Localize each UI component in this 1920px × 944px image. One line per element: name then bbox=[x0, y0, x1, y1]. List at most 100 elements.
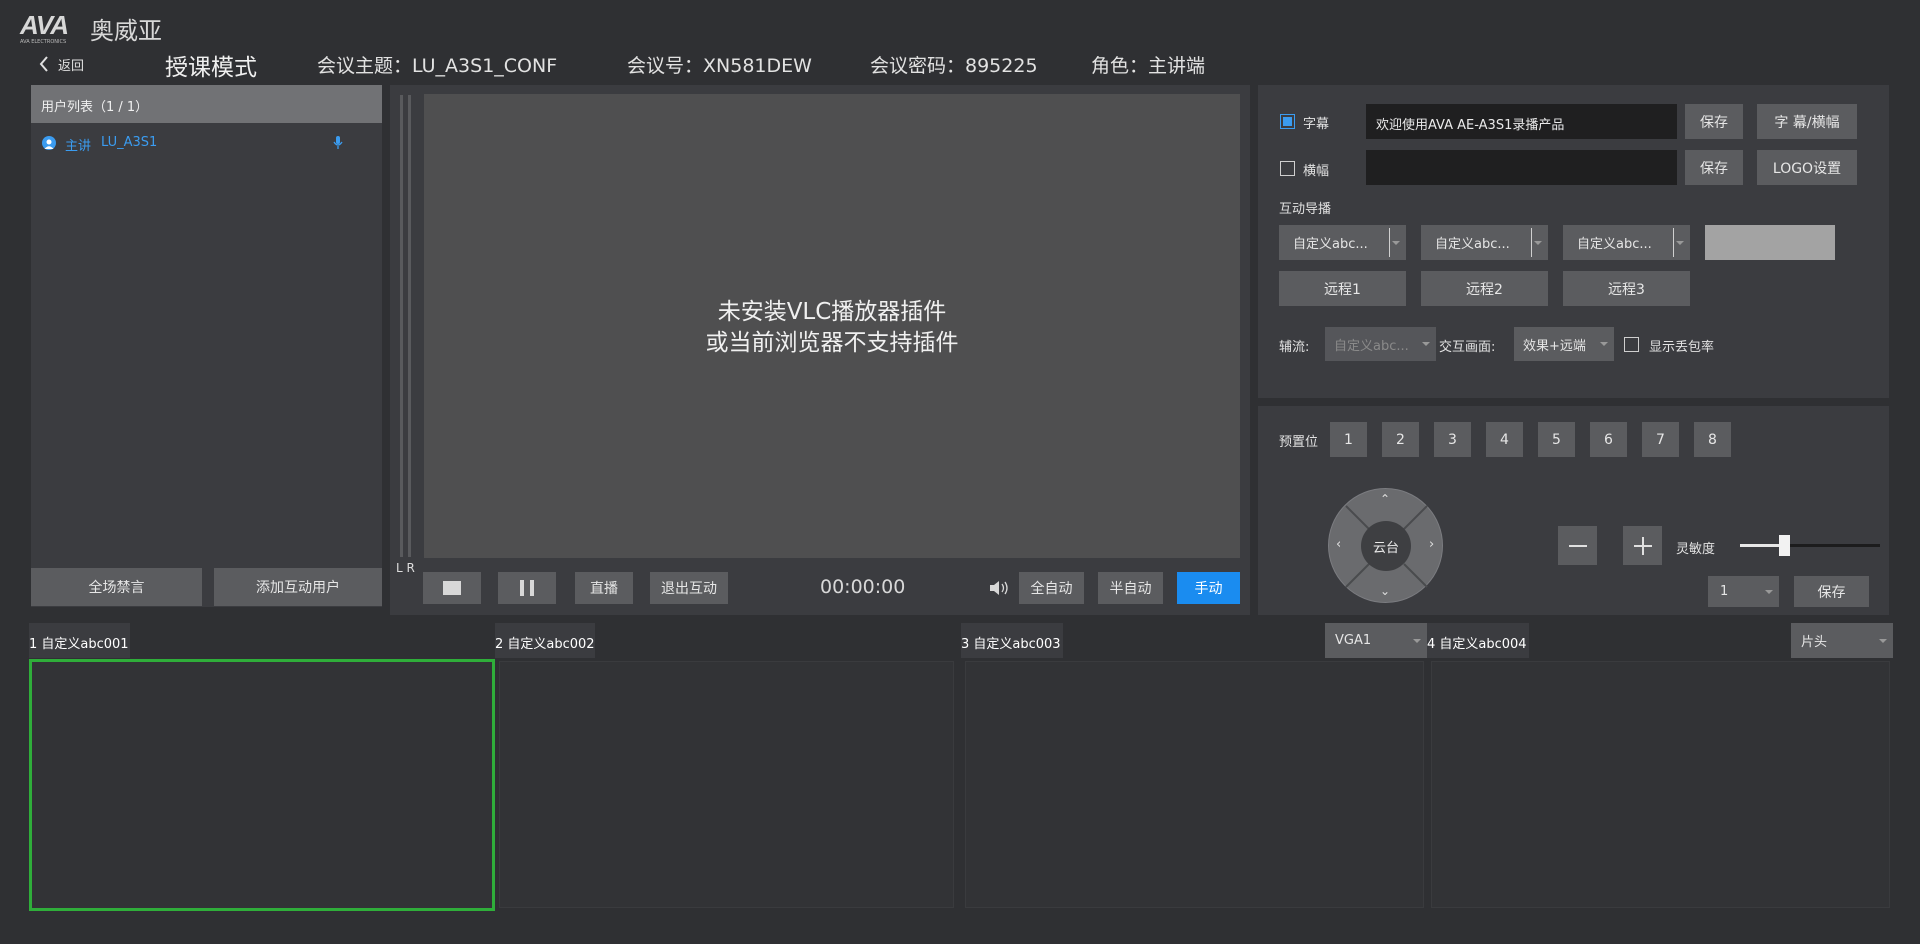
aux-stream-select[interactable]: 自定义abc... bbox=[1325, 327, 1436, 361]
audio-meter-l bbox=[400, 95, 403, 557]
role-label: 角色：主讲端 bbox=[1091, 55, 1206, 77]
video-cell-3[interactable]: 3 自定义abc003 VGA1 bbox=[961, 623, 1427, 911]
cell-source-select-3[interactable]: VGA1 bbox=[1325, 623, 1427, 658]
conf-password: 会议密码：895225 bbox=[870, 55, 1038, 77]
user-name: LU_A3S1 bbox=[101, 135, 158, 150]
logo-cn: 奥威亚 bbox=[90, 17, 162, 45]
full-auto-button[interactable]: 全自动 bbox=[1019, 572, 1084, 604]
aux-stream-value: 自定义abc... bbox=[1334, 338, 1409, 354]
vlc-message-line2: 或当前浏览器不支持插件 bbox=[705, 330, 959, 356]
vlc-message-line1: 未安装VLC播放器插件 bbox=[717, 299, 947, 325]
add-interactive-user-button[interactable]: 添加互动用户 bbox=[214, 568, 382, 606]
packet-loss-checkbox[interactable] bbox=[1624, 337, 1639, 352]
semi-auto-button[interactable]: 半自动 bbox=[1098, 572, 1163, 604]
user-list-header: 用户列表（1 / 1） bbox=[31, 85, 382, 123]
logo-mark: AVA bbox=[20, 10, 69, 40]
preset-button-8[interactable]: 8 bbox=[1694, 422, 1731, 457]
remote3-button[interactable]: 远程3 bbox=[1563, 271, 1690, 306]
ptz-center[interactable]: 云台 bbox=[1361, 521, 1411, 571]
manual-button[interactable]: 手动 bbox=[1177, 572, 1240, 604]
live-button[interactable]: 直播 bbox=[575, 572, 633, 604]
audio-meter-label: L R bbox=[396, 561, 415, 575]
chevron-down-icon bbox=[1534, 240, 1542, 245]
chevron-down-icon bbox=[1879, 638, 1887, 643]
ptz-up-icon[interactable]: ⌃ bbox=[1380, 492, 1390, 506]
microphone-icon[interactable] bbox=[333, 135, 343, 155]
preset-button-3[interactable]: 3 bbox=[1434, 422, 1471, 457]
custom-select-2-value: 自定义abc... bbox=[1435, 237, 1510, 252]
sensitivity-slider[interactable] bbox=[1740, 533, 1880, 557]
video-cell-1[interactable]: 1 自定义abc001 bbox=[29, 623, 495, 911]
video-cell-2[interactable]: 2 自定义abc002 bbox=[495, 623, 957, 911]
slider-handle[interactable] bbox=[1779, 535, 1790, 556]
chevron-left-icon bbox=[39, 56, 48, 72]
interactive-guide-label: 互动导播 bbox=[1279, 202, 1332, 217]
pause-icon bbox=[520, 580, 534, 596]
pause-button[interactable] bbox=[498, 572, 556, 604]
divider bbox=[1673, 228, 1674, 257]
user-role: 主讲 bbox=[65, 139, 92, 154]
user-avatar-icon bbox=[42, 136, 56, 150]
ptz-right-icon[interactable]: › bbox=[1429, 537, 1434, 552]
video-panel: L R 未安装VLC播放器插件 或当前浏览器不支持插件 直播 退出互动 00:0… bbox=[390, 85, 1250, 615]
cell-label-3: 3 自定义abc003 bbox=[961, 637, 1061, 652]
divider bbox=[1389, 228, 1390, 257]
subtitle-banner-button[interactable]: 字 幕/横幅 bbox=[1757, 104, 1857, 139]
cell-source-value-4: 片头 bbox=[1801, 635, 1828, 650]
custom-select-2[interactable]: 自定义abc... bbox=[1421, 225, 1548, 260]
ptz-left-icon[interactable]: ‹ bbox=[1336, 537, 1341, 552]
custom-select-3[interactable]: 自定义abc... bbox=[1563, 225, 1690, 260]
remote2-button[interactable]: 远程2 bbox=[1421, 271, 1548, 306]
cell-label-1: 1 自定义abc001 bbox=[29, 637, 129, 652]
preset-button-5[interactable]: 5 bbox=[1538, 422, 1575, 457]
packet-loss-label: 显示丢包率 bbox=[1649, 340, 1715, 355]
settings-panel: 字幕 欢迎使用AVA AE-A3S1录播产品 保存 字 幕/横幅 横幅 保存 L… bbox=[1258, 85, 1889, 398]
speed-select[interactable]: 1 bbox=[1708, 576, 1779, 607]
slider-fill bbox=[1740, 544, 1785, 547]
sensitivity-label: 灵敏度 bbox=[1676, 542, 1716, 557]
preset-button-2[interactable]: 2 bbox=[1382, 422, 1419, 457]
cell-source-select-4[interactable]: 片头 bbox=[1791, 623, 1893, 658]
mute-all-button[interactable]: 全场禁言 bbox=[31, 568, 202, 606]
remote1-button[interactable]: 远程1 bbox=[1279, 271, 1406, 306]
banner-checkbox[interactable] bbox=[1280, 161, 1295, 176]
ptz-center-label: 云台 bbox=[1372, 540, 1399, 556]
ptz-panel: 预置位 1 2 3 4 5 6 7 8 ⌃ ⌄ ‹ › 云台 灵敏度 1 保存 bbox=[1258, 406, 1889, 615]
subtitle-checkbox[interactable] bbox=[1280, 114, 1295, 129]
volume-icon[interactable] bbox=[988, 579, 1012, 601]
user-row[interactable]: 主讲 LU_A3S1 bbox=[31, 131, 382, 157]
back-button[interactable]: 返回 bbox=[38, 52, 98, 76]
video-display: 未安装VLC播放器插件 或当前浏览器不支持插件 bbox=[424, 94, 1240, 558]
preset-button-4[interactable]: 4 bbox=[1486, 422, 1523, 457]
zoom-out-button[interactable] bbox=[1558, 526, 1597, 565]
mode-title: 授课模式 bbox=[165, 55, 257, 81]
zoom-in-button[interactable] bbox=[1623, 526, 1662, 565]
chevron-down-icon bbox=[1422, 342, 1430, 346]
video-cell-4[interactable]: 4 自定义abc004 片头 bbox=[1427, 623, 1893, 911]
speed-value: 1 bbox=[1720, 584, 1729, 599]
minus-icon bbox=[1568, 544, 1587, 547]
preset-button-7[interactable]: 7 bbox=[1642, 422, 1679, 457]
preset-button-1[interactable]: 1 bbox=[1330, 422, 1367, 457]
interact-view-label: 交互画面: bbox=[1439, 340, 1496, 355]
banner-save-button[interactable]: 保存 bbox=[1685, 150, 1743, 185]
stop-button[interactable] bbox=[423, 572, 481, 604]
color-swatch[interactable] bbox=[1705, 225, 1835, 260]
custom-select-1[interactable]: 自定义abc... bbox=[1279, 225, 1406, 260]
custom-select-1-value: 自定义abc... bbox=[1293, 237, 1368, 252]
logo-sub: AVA ELECTRONICS bbox=[20, 39, 67, 45]
audio-meter-r bbox=[408, 95, 411, 557]
logo-settings-button[interactable]: LOGO设置 bbox=[1757, 150, 1857, 185]
subtitle-save-button[interactable]: 保存 bbox=[1685, 104, 1743, 139]
preset-button-6[interactable]: 6 bbox=[1590, 422, 1627, 457]
ptz-down-icon[interactable]: ⌄ bbox=[1380, 584, 1390, 598]
ptz-joystick[interactable]: ⌃ ⌄ ‹ › 云台 bbox=[1328, 488, 1443, 603]
interact-view-select[interactable]: 效果+远端 bbox=[1514, 327, 1614, 361]
chevron-down-icon bbox=[1600, 342, 1608, 346]
exit-interactive-button[interactable]: 退出互动 bbox=[650, 572, 728, 604]
banner-input[interactable] bbox=[1366, 150, 1677, 185]
ptz-save-button[interactable]: 保存 bbox=[1794, 576, 1869, 607]
subtitle-input[interactable]: 欢迎使用AVA AE-A3S1录播产品 bbox=[1366, 104, 1677, 139]
interact-view-value: 效果+远端 bbox=[1523, 338, 1586, 354]
conf-topic: 会议主题：LU_A3S1_CONF bbox=[317, 55, 558, 77]
